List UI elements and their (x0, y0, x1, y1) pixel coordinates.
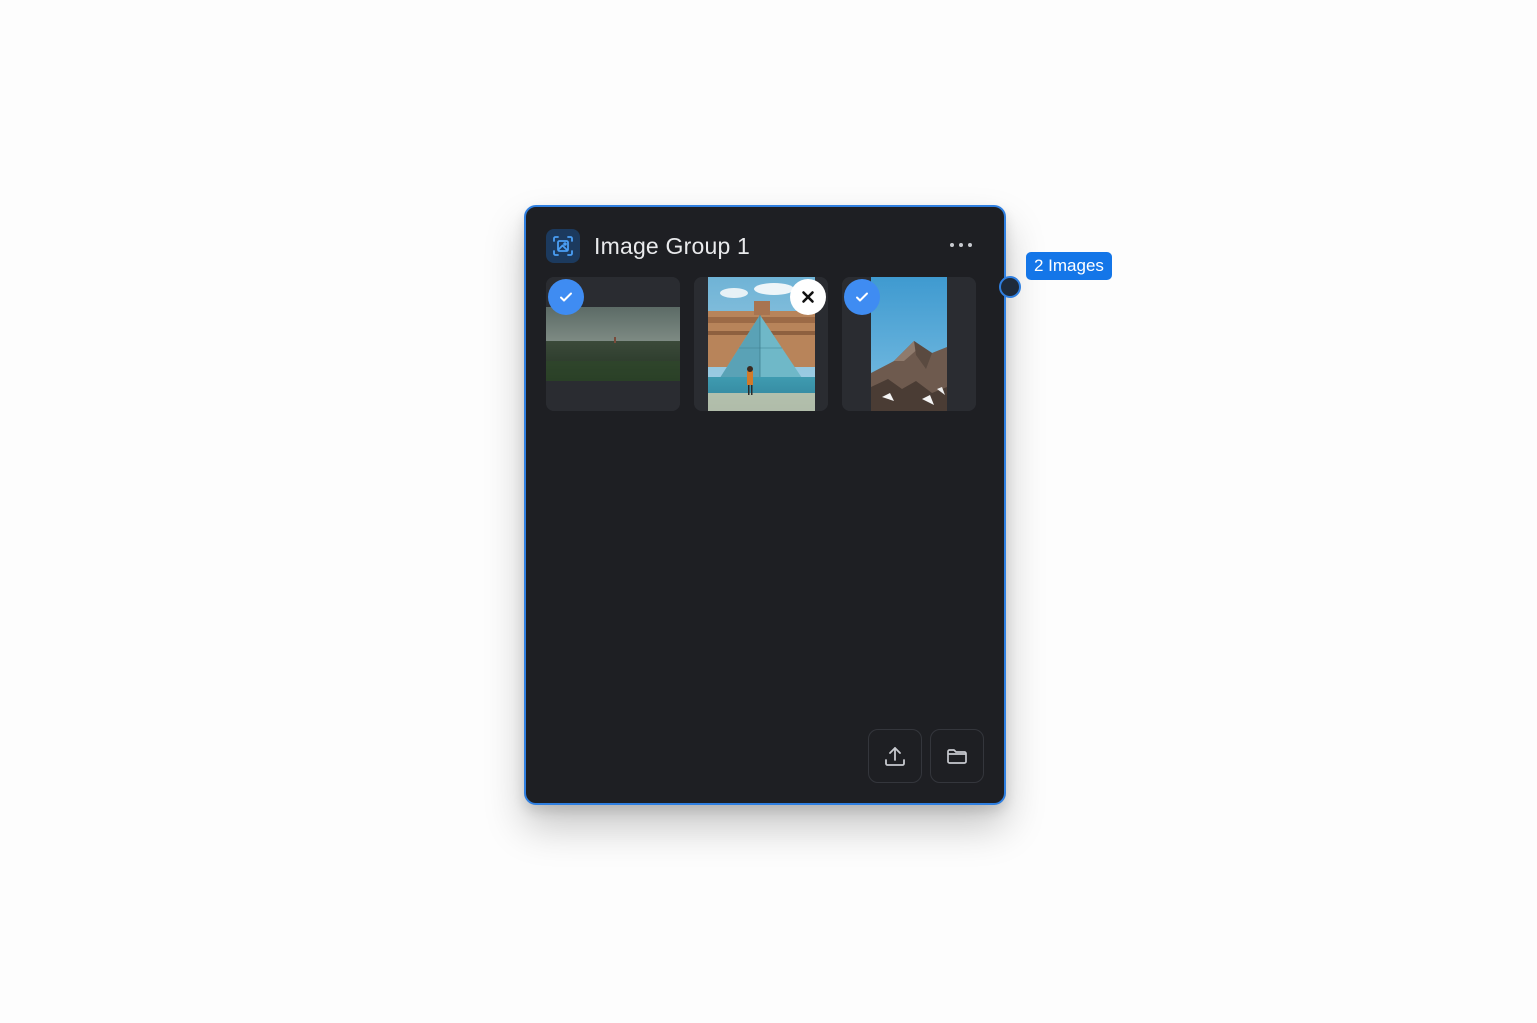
node-footer-actions (868, 729, 984, 783)
more-horizontal-icon (950, 243, 972, 247)
canvas[interactable]: Image Group 1 2 Images (0, 0, 1537, 1023)
image-grid (546, 277, 976, 411)
selected-badge[interactable] (844, 279, 880, 315)
upload-button[interactable] (868, 729, 922, 783)
close-icon (802, 291, 814, 303)
selected-badge[interactable] (548, 279, 584, 315)
open-folder-button[interactable] (930, 729, 984, 783)
node-header[interactable]: Image Group 1 (546, 227, 984, 265)
output-count-label: 2 Images (1026, 252, 1112, 280)
image-thumbnail-louvre-pyramid[interactable] (694, 277, 828, 411)
image-group-icon (546, 229, 580, 263)
remove-image-button[interactable] (790, 279, 826, 315)
node-title: Image Group 1 (594, 232, 751, 259)
check-icon (560, 292, 572, 302)
image-group-node[interactable]: Image Group 1 (524, 205, 1006, 805)
image-thumbnail-mountain-sky[interactable] (842, 277, 976, 411)
image-thumbnail-field-landscape[interactable] (546, 277, 680, 411)
more-options-button[interactable] (944, 233, 978, 257)
output-port[interactable] (999, 276, 1021, 298)
check-icon (856, 292, 868, 302)
upload-icon (885, 747, 905, 766)
folder-icon (947, 749, 967, 764)
